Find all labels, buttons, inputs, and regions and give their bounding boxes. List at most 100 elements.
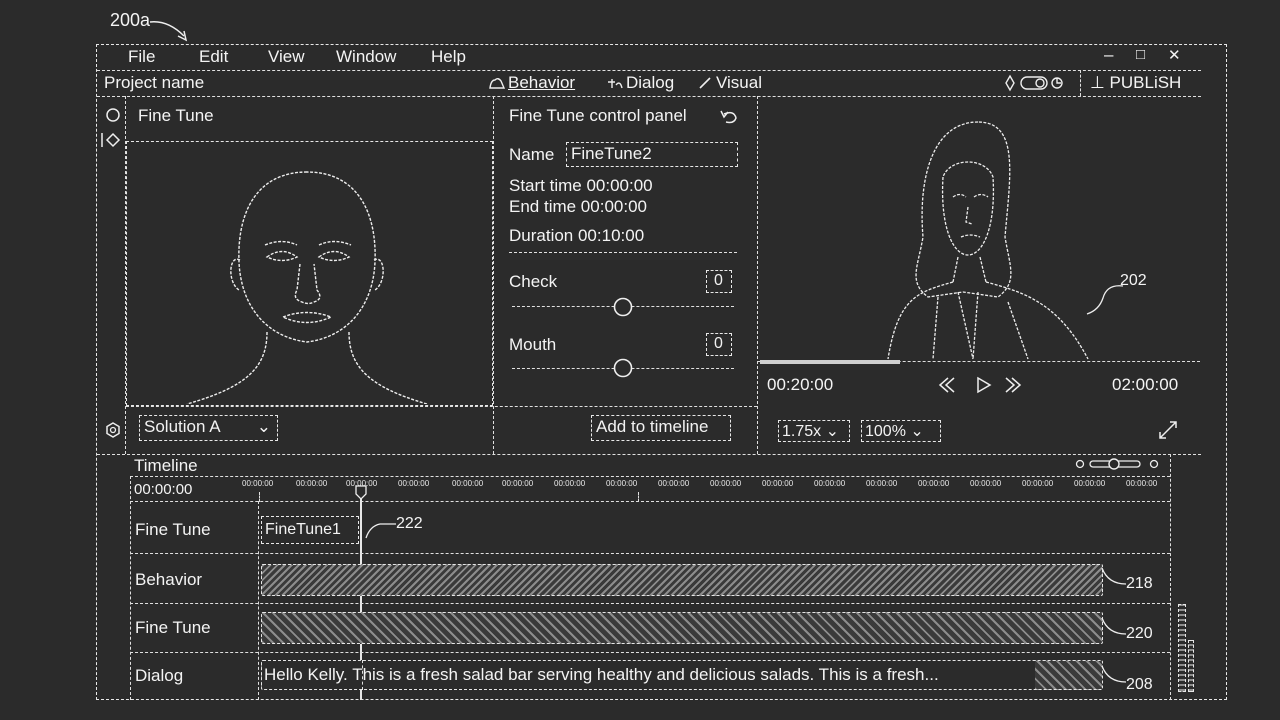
timeline-ruler[interactable]: 00:00:00 00:00:00 00:00:00 00:00:00 00:0… — [240, 479, 1168, 491]
add-to-timeline-button[interactable]: Add to timeline — [591, 415, 731, 441]
total-time: 02:00:00 — [1112, 375, 1179, 394]
face-model-image — [186, 171, 428, 405]
speed-value: 1.75x — [782, 423, 822, 440]
menu-file[interactable]: File — [128, 47, 155, 67]
toggle-icon[interactable] — [1004, 74, 1068, 92]
ruler-tick: 00:00:00 — [1074, 479, 1106, 488]
ruler-tick: 00:00:00 — [918, 479, 950, 488]
check-value: 0 — [714, 272, 723, 289]
mouth-value: 0 — [714, 335, 723, 352]
publish-button[interactable]: ⊥ PUBLiSH — [1090, 73, 1181, 93]
ref-218: 218 — [1126, 575, 1153, 592]
ref-208: 208 — [1126, 676, 1153, 693]
end-time: End time 00:00:00 — [509, 197, 647, 216]
keyframe-tool-icon[interactable] — [100, 131, 122, 149]
check-label: Check — [509, 272, 558, 291]
menu-bar: File Edit View Window Help – □ ✕ — [96, 44, 1202, 70]
behavior-icon — [489, 78, 506, 89]
speed-select[interactable]: 1.75x ⌄ — [778, 420, 850, 442]
dialog-clip-text: Hello Kelly. This is a fresh salad bar s… — [264, 665, 939, 684]
ruler-tick: 00:00:00 — [658, 479, 690, 488]
fine-tune-title: Fine Tune — [138, 106, 214, 125]
timeline-title: Timeline — [134, 456, 198, 475]
ref-222-leader — [365, 523, 396, 539]
settings-tool-icon[interactable] — [104, 421, 122, 439]
mouth-label: Mouth — [509, 335, 557, 354]
solution-select-value: Solution A — [144, 417, 221, 436]
mouth-value-box[interactable]: 0 — [706, 333, 732, 356]
check-value-box[interactable]: 0 — [706, 270, 732, 293]
behavior-clip[interactable] — [261, 564, 1103, 596]
project-name[interactable]: Project name — [104, 73, 204, 93]
preview-character-image — [887, 121, 1089, 360]
project-bar: Project name Behavior Dialog Visual ⊥ PU… — [96, 70, 1202, 96]
ruler-tick: 00:00:00 — [970, 479, 1002, 488]
dialog-clip[interactable]: Hello Kelly. This is a fresh salad bar s… — [261, 660, 1103, 690]
ruler-tick: 00:00:00 — [452, 479, 484, 488]
track-label-fine-tune: Fine Tune — [135, 520, 211, 539]
rewind-icon[interactable] — [938, 377, 955, 393]
add-to-timeline-label: Add to timeline — [596, 417, 709, 436]
ref-202-leader — [1086, 285, 1124, 315]
fine-tune-clip[interactable] — [261, 612, 1103, 644]
mode-visual[interactable]: Visual — [716, 73, 762, 93]
dialog-icon — [608, 79, 623, 89]
solution-select[interactable]: Solution A ⌄ — [139, 415, 278, 441]
minimize-button[interactable]: – — [1104, 45, 1113, 65]
ruler-tick: 00:00:00 — [242, 479, 274, 488]
menu-edit[interactable]: Edit — [199, 47, 228, 67]
chevron-down-icon: ⌄ — [256, 417, 271, 436]
check-slider-handle[interactable] — [612, 296, 634, 318]
track-label-fine-tune-2: Fine Tune — [135, 618, 211, 637]
fast-forward-icon[interactable] — [1005, 377, 1022, 393]
play-icon[interactable] — [977, 376, 992, 394]
name-input-value: FineTune2 — [571, 144, 652, 163]
circle-tool-icon[interactable] — [104, 106, 122, 124]
playhead-handle[interactable] — [354, 484, 368, 500]
clip-finetune1[interactable]: FineTune1 — [261, 516, 359, 544]
transport-controls — [938, 376, 1022, 394]
zoom-select[interactable]: 100% ⌄ — [861, 420, 941, 442]
pencil-icon — [699, 77, 711, 89]
current-time: 00:20:00 — [767, 375, 834, 394]
control-panel-title: Fine Tune control panel — [509, 106, 687, 125]
maximize-button[interactable]: □ — [1136, 46, 1145, 63]
clip-finetune1-label: FineTune1 — [265, 521, 341, 538]
mode-dialog[interactable]: Dialog — [626, 73, 674, 93]
menu-help[interactable]: Help — [431, 47, 466, 67]
ruler-tick: 00:00:00 — [606, 479, 638, 488]
duration: Duration 00:10:00 — [509, 226, 645, 245]
ruler-tick: 00:00:00 — [398, 479, 430, 488]
ruler-tick: 00:00:00 — [296, 479, 328, 488]
mouth-slider-handle[interactable] — [612, 357, 634, 379]
zoom-value: 100% — [865, 423, 906, 440]
timeline-scrollbar-thumb[interactable] — [1188, 640, 1194, 692]
ruler-tick: 00:00:00 — [502, 479, 534, 488]
menu-window[interactable]: Window — [336, 47, 396, 67]
menu-view[interactable]: View — [268, 47, 305, 67]
ref-220: 220 — [1126, 625, 1153, 642]
ref-222: 222 — [396, 515, 423, 532]
expand-icon[interactable] — [1156, 418, 1180, 442]
timeline-current-time: 00:00:00 — [134, 481, 193, 498]
track-label-dialog: Dialog — [135, 666, 184, 685]
track-label-behavior: Behavior — [135, 570, 203, 589]
preview-viewport[interactable] — [758, 97, 1200, 361]
name-input[interactable]: FineTune2 — [566, 142, 738, 167]
ruler-tick: 00:00:00 — [866, 479, 898, 488]
undo-icon[interactable] — [718, 108, 740, 126]
mode-behavior[interactable]: Behavior — [508, 73, 575, 93]
ruler-tick: 00:00:00 — [1126, 479, 1158, 488]
timeline-zoom-slider[interactable] — [1074, 456, 1164, 472]
ruler-tick: 00:00:00 — [554, 479, 586, 488]
timeline-scrollbar[interactable] — [1178, 604, 1186, 692]
ruler-tick: 00:00:00 — [1022, 479, 1054, 488]
start-time: Start time 00:00:00 — [509, 176, 653, 195]
ruler-tick: 00:00:00 — [710, 479, 742, 488]
name-label: Name — [509, 145, 555, 164]
preview-progress[interactable] — [760, 360, 900, 364]
ruler-tick: 00:00:00 — [762, 479, 794, 488]
face-canvas[interactable] — [126, 141, 493, 406]
ruler-tick: 00:00:00 — [814, 479, 846, 488]
close-button[interactable]: ✕ — [1168, 46, 1181, 64]
